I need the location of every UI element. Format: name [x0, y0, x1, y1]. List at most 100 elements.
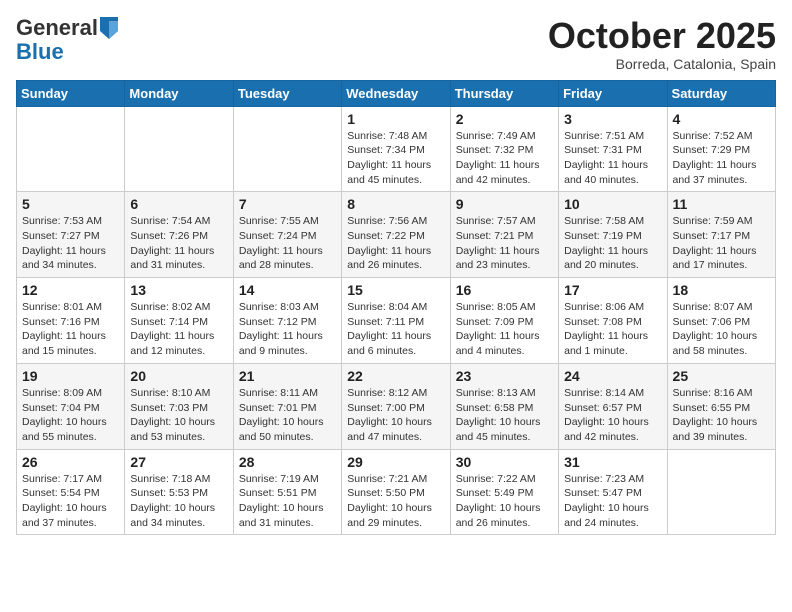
day-info: Sunrise: 8:06 AM Sunset: 7:08 PM Dayligh… — [564, 300, 661, 359]
day-number: 22 — [347, 368, 444, 384]
day-number: 10 — [564, 196, 661, 212]
calendar-week-5: 26 Sunrise: 7:17 AM Sunset: 5:54 PM Dayli… — [17, 449, 776, 535]
day-info: Sunrise: 8:04 AM Sunset: 7:11 PM Dayligh… — [347, 300, 444, 359]
day-info: Sunrise: 7:18 AM Sunset: 5:53 PM Dayligh… — [130, 472, 227, 531]
calendar-cell: 31Sunrise: 7:23 AM Sunset: 5:47 PM Dayli… — [559, 449, 667, 535]
day-info: Sunrise: 7:56 AM Sunset: 7:22 PM Dayligh… — [347, 214, 444, 273]
day-header-tuesday: Tuesday — [233, 80, 341, 106]
day-number: 3 — [564, 111, 661, 127]
location-subtitle: Borreda, Catalonia, Spain — [548, 56, 776, 72]
day-info: Sunrise: 8:10 AM Sunset: 7:03 PM Dayligh… — [130, 386, 227, 445]
day-info: Sunrise: 7:51 AM Sunset: 7:31 PM Dayligh… — [564, 129, 661, 188]
calendar-cell — [233, 106, 341, 192]
calendar-cell: 3 Sunrise: 7:51 AM Sunset: 7:31 PM Daylig… — [559, 106, 667, 192]
logo: General Blue — [16, 16, 118, 64]
logo-blue-text: Blue — [16, 39, 64, 64]
day-info: Sunrise: 7:55 AM Sunset: 7:24 PM Dayligh… — [239, 214, 336, 273]
day-number: 1 — [347, 111, 444, 127]
calendar-cell — [17, 106, 125, 192]
calendar-cell — [667, 449, 775, 535]
day-info: Sunrise: 7:57 AM Sunset: 7:21 PM Dayligh… — [456, 214, 553, 273]
day-info: Sunrise: 8:13 AM Sunset: 6:58 PM Dayligh… — [456, 386, 553, 445]
day-number: 16 — [456, 282, 553, 298]
calendar-cell: 5 Sunrise: 7:53 AM Sunset: 7:27 PM Daylig… — [17, 192, 125, 278]
calendar-cell — [125, 106, 233, 192]
day-number: 11 — [673, 196, 770, 212]
calendar-header-row: SundayMondayTuesdayWednesdayThursdayFrid… — [17, 80, 776, 106]
day-number: 27 — [130, 454, 227, 470]
day-info: Sunrise: 7:53 AM Sunset: 7:27 PM Dayligh… — [22, 214, 119, 273]
day-info: Sunrise: 7:58 AM Sunset: 7:19 PM Dayligh… — [564, 214, 661, 273]
calendar-cell: 14 Sunrise: 8:03 AM Sunset: 7:12 PM Dayli… — [233, 278, 341, 364]
day-header-saturday: Saturday — [667, 80, 775, 106]
day-header-monday: Monday — [125, 80, 233, 106]
calendar-cell: 7 Sunrise: 7:55 AM Sunset: 7:24 PM Daylig… — [233, 192, 341, 278]
day-number: 8 — [347, 196, 444, 212]
day-number: 20 — [130, 368, 227, 384]
day-number: 24 — [564, 368, 661, 384]
day-info: Sunrise: 7:59 AM Sunset: 7:17 PM Dayligh… — [673, 214, 770, 273]
calendar-cell: 25 Sunrise: 8:16 AM Sunset: 6:55 PM Dayli… — [667, 363, 775, 449]
calendar-table: SundayMondayTuesdayWednesdayThursdayFrid… — [16, 80, 776, 536]
calendar-cell: 1 Sunrise: 7:48 AM Sunset: 7:34 PM Daylig… — [342, 106, 450, 192]
calendar-cell: 9 Sunrise: 7:57 AM Sunset: 7:21 PM Daylig… — [450, 192, 558, 278]
calendar-cell: 16Sunrise: 8:05 AM Sunset: 7:09 PM Dayli… — [450, 278, 558, 364]
calendar-cell: 28Sunrise: 7:19 AM Sunset: 5:51 PM Dayli… — [233, 449, 341, 535]
day-info: Sunrise: 7:52 AM Sunset: 7:29 PM Dayligh… — [673, 129, 770, 188]
day-header-wednesday: Wednesday — [342, 80, 450, 106]
day-number: 29 — [347, 454, 444, 470]
day-info: Sunrise: 7:21 AM Sunset: 5:50 PM Dayligh… — [347, 472, 444, 531]
calendar-cell: 2Sunrise: 7:49 AM Sunset: 7:32 PM Daylig… — [450, 106, 558, 192]
calendar-cell: 11 Sunrise: 7:59 AM Sunset: 7:17 PM Dayli… — [667, 192, 775, 278]
calendar-week-4: 19 Sunrise: 8:09 AM Sunset: 7:04 PM Dayli… — [17, 363, 776, 449]
day-info: Sunrise: 8:09 AM Sunset: 7:04 PM Dayligh… — [22, 386, 119, 445]
day-number: 25 — [673, 368, 770, 384]
calendar-cell: 23 Sunrise: 8:13 AM Sunset: 6:58 PM Dayli… — [450, 363, 558, 449]
day-number: 12 — [22, 282, 119, 298]
day-number: 6 — [130, 196, 227, 212]
day-number: 14 — [239, 282, 336, 298]
day-number: 26 — [22, 454, 119, 470]
day-info: Sunrise: 7:22 AM Sunset: 5:49 PM Dayligh… — [456, 472, 553, 531]
calendar-cell: 18 Sunrise: 8:07 AM Sunset: 7:06 PM Dayli… — [667, 278, 775, 364]
day-info: Sunrise: 8:12 AM Sunset: 7:00 PM Dayligh… — [347, 386, 444, 445]
page-header: General Blue October 2025 Borreda, Catal… — [16, 16, 776, 72]
day-number: 9 — [456, 196, 553, 212]
day-info: Sunrise: 8:03 AM Sunset: 7:12 PM Dayligh… — [239, 300, 336, 359]
day-number: 7 — [239, 196, 336, 212]
day-info: Sunrise: 7:17 AM Sunset: 5:54 PM Dayligh… — [22, 472, 119, 531]
day-info: Sunrise: 7:23 AM Sunset: 5:47 PM Dayligh… — [564, 472, 661, 531]
month-title: October 2025 — [548, 16, 776, 56]
day-info: Sunrise: 8:11 AM Sunset: 7:01 PM Dayligh… — [239, 386, 336, 445]
calendar-week-1: 1 Sunrise: 7:48 AM Sunset: 7:34 PM Daylig… — [17, 106, 776, 192]
day-info: Sunrise: 8:01 AM Sunset: 7:16 PM Dayligh… — [22, 300, 119, 359]
day-number: 18 — [673, 282, 770, 298]
day-number: 23 — [456, 368, 553, 384]
day-info: Sunrise: 7:54 AM Sunset: 7:26 PM Dayligh… — [130, 214, 227, 273]
day-info: Sunrise: 8:14 AM Sunset: 6:57 PM Dayligh… — [564, 386, 661, 445]
day-number: 21 — [239, 368, 336, 384]
day-info: Sunrise: 8:02 AM Sunset: 7:14 PM Dayligh… — [130, 300, 227, 359]
calendar-cell: 29 Sunrise: 7:21 AM Sunset: 5:50 PM Dayli… — [342, 449, 450, 535]
day-info: Sunrise: 8:16 AM Sunset: 6:55 PM Dayligh… — [673, 386, 770, 445]
calendar-cell: 6 Sunrise: 7:54 AM Sunset: 7:26 PM Daylig… — [125, 192, 233, 278]
logo-icon — [100, 17, 118, 39]
day-header-sunday: Sunday — [17, 80, 125, 106]
day-number: 17 — [564, 282, 661, 298]
calendar-cell: 17 Sunrise: 8:06 AM Sunset: 7:08 PM Dayli… — [559, 278, 667, 364]
day-number: 15 — [347, 282, 444, 298]
day-info: Sunrise: 8:07 AM Sunset: 7:06 PM Dayligh… — [673, 300, 770, 359]
day-number: 19 — [22, 368, 119, 384]
day-number: 5 — [22, 196, 119, 212]
day-info: Sunrise: 7:48 AM Sunset: 7:34 PM Dayligh… — [347, 129, 444, 188]
calendar-cell: 26 Sunrise: 7:17 AM Sunset: 5:54 PM Dayli… — [17, 449, 125, 535]
calendar-week-3: 12 Sunrise: 8:01 AM Sunset: 7:16 PM Dayli… — [17, 278, 776, 364]
calendar-cell: 24 Sunrise: 8:14 AM Sunset: 6:57 PM Dayli… — [559, 363, 667, 449]
calendar-cell: 19 Sunrise: 8:09 AM Sunset: 7:04 PM Dayli… — [17, 363, 125, 449]
day-number: 2 — [456, 111, 553, 127]
calendar-cell: 20 Sunrise: 8:10 AM Sunset: 7:03 PM Dayli… — [125, 363, 233, 449]
calendar-cell: 13Sunrise: 8:02 AM Sunset: 7:14 PM Dayli… — [125, 278, 233, 364]
calendar-cell: 15 Sunrise: 8:04 AM Sunset: 7:11 PM Dayli… — [342, 278, 450, 364]
calendar-cell: 30 Sunrise: 7:22 AM Sunset: 5:49 PM Dayli… — [450, 449, 558, 535]
day-number: 30 — [456, 454, 553, 470]
